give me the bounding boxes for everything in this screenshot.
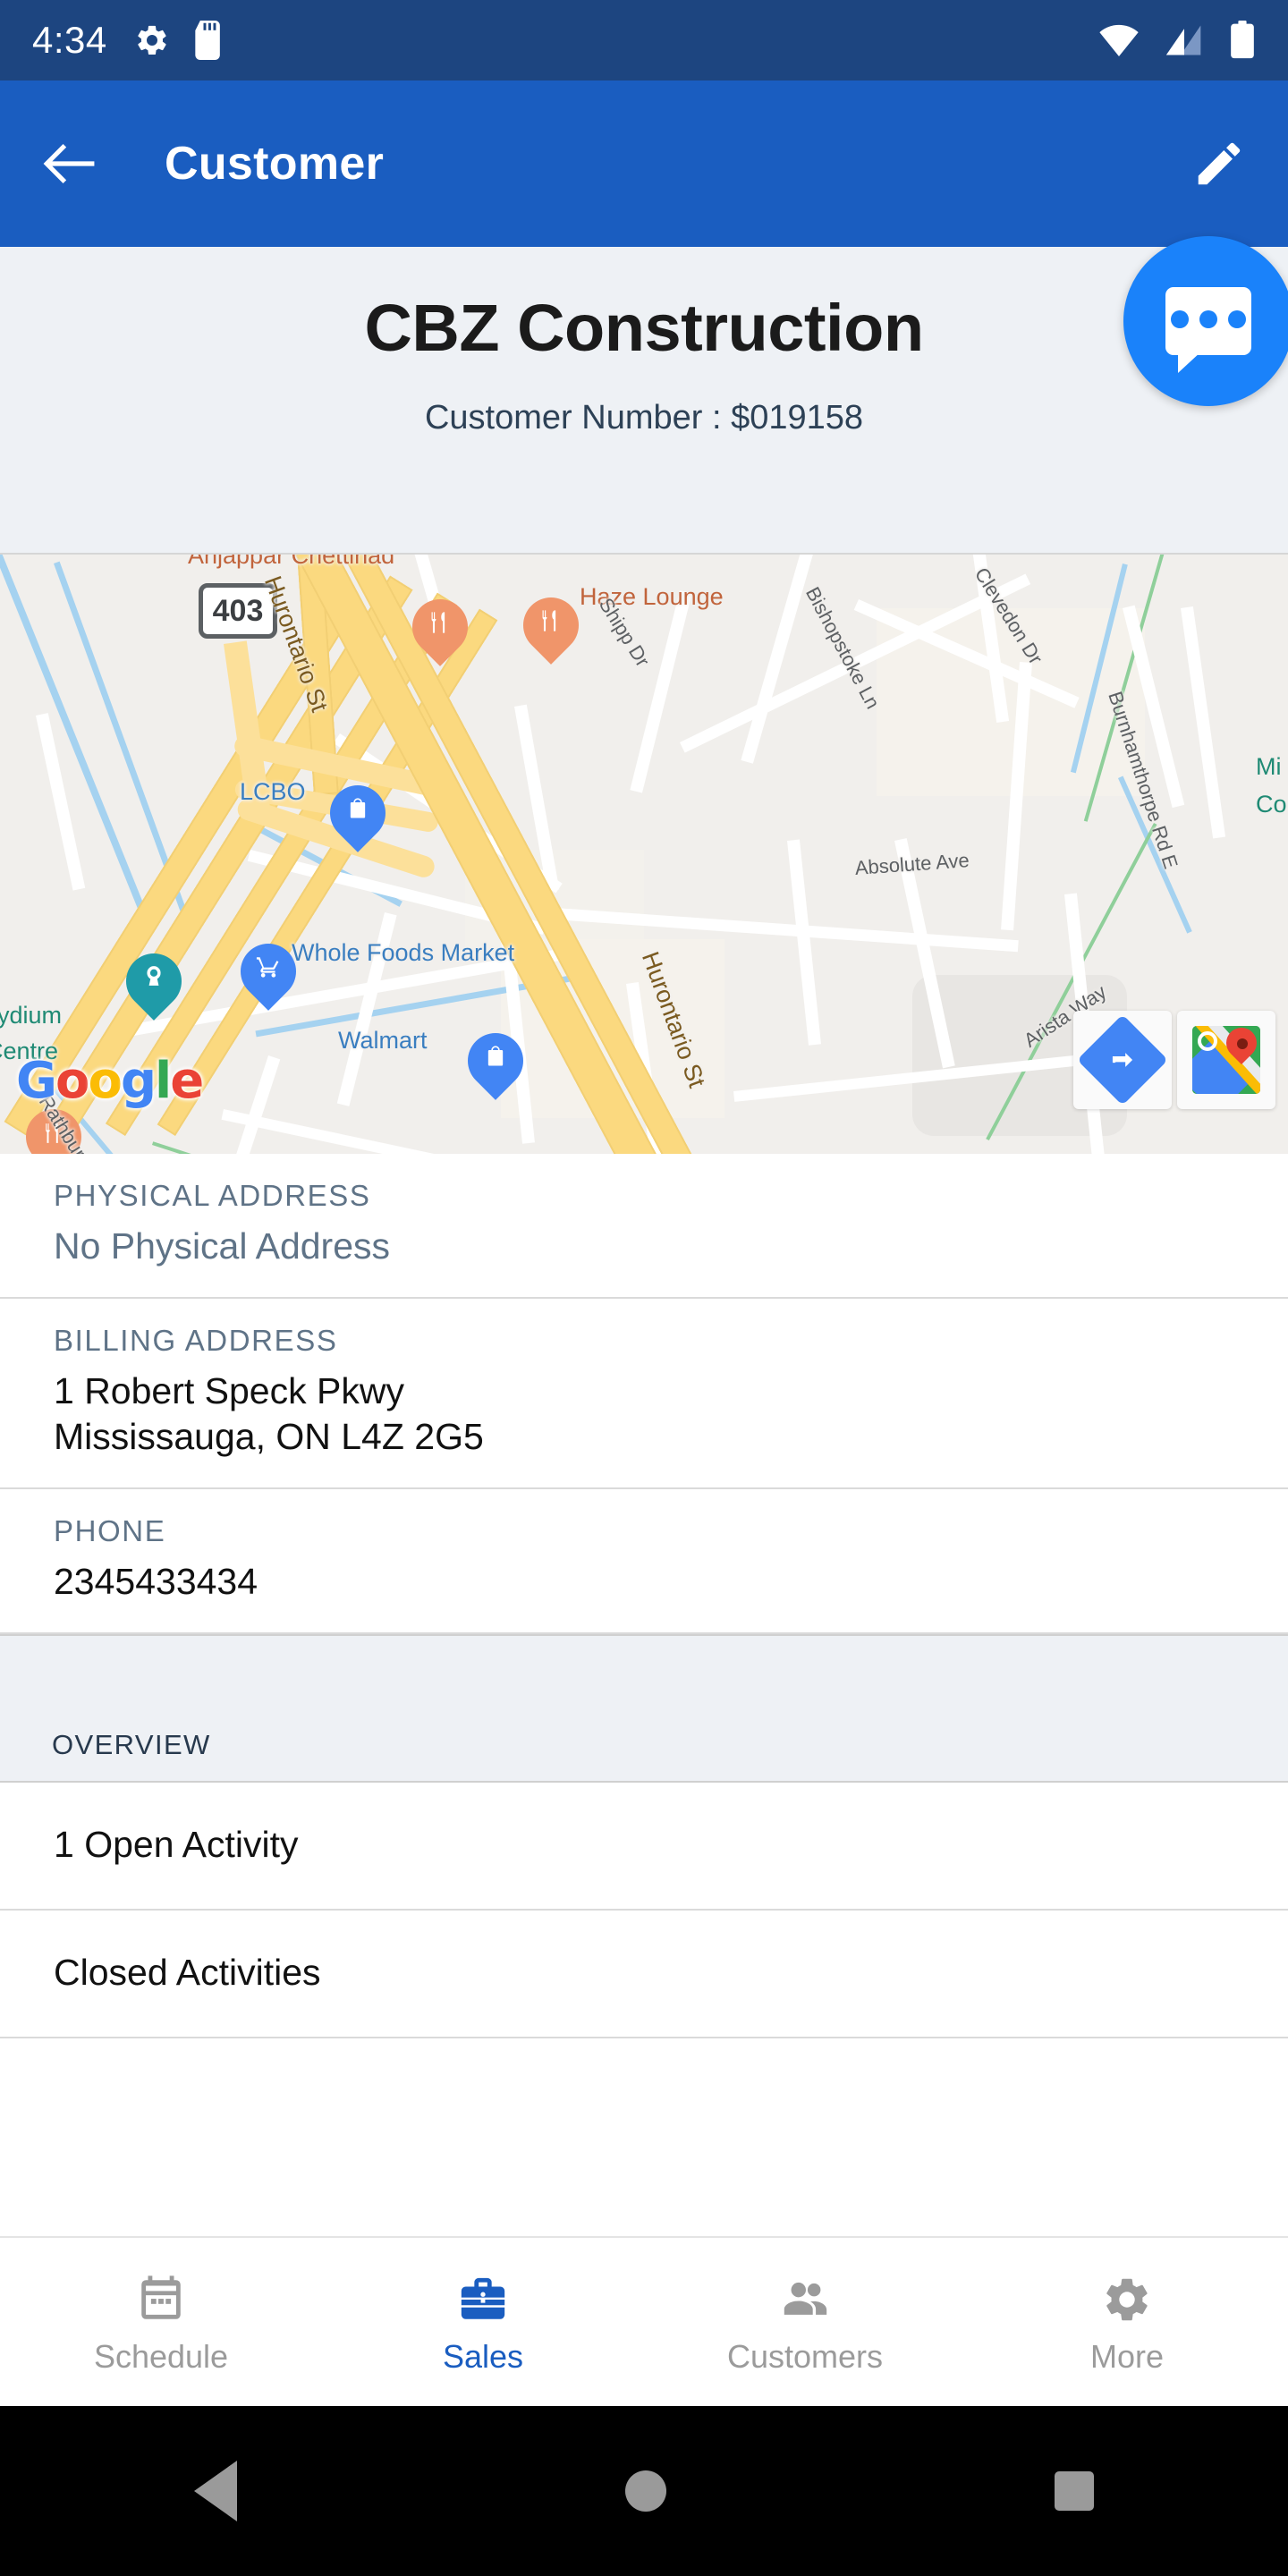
edit-pencil-icon[interactable] [1191, 136, 1247, 191]
nav-label: Sales [442, 2338, 524, 2375]
customer-header: CBZ Construction Customer Number : $0191… [0, 236, 1288, 553]
overview-section-header: OVERVIEW [0, 1633, 1288, 1783]
map-label-walmart: Walmart [338, 1027, 428, 1054]
wifi-icon [1099, 24, 1139, 57]
restaurant-icon [431, 612, 445, 633]
back-arrow-icon[interactable] [41, 140, 97, 187]
bottom-navigation: Schedule Sales Customers More [0, 2236, 1288, 2406]
android-home-button[interactable] [625, 2470, 666, 2512]
people-icon [777, 2268, 833, 2326]
map-label-co: Co [1256, 791, 1287, 818]
app-bar: Customer [0, 80, 1288, 247]
detail-value-line1: 1 Robert Speck Pkwy [54, 1369, 404, 1411]
list-item-label: 1 Open Activity [54, 1823, 299, 1865]
shopping-bag-icon [350, 798, 366, 818]
nav-item-schedule[interactable]: Schedule [0, 2238, 322, 2406]
customer-name: CBZ Construction [364, 291, 924, 365]
google-logo: Google [16, 1052, 204, 1110]
map-label-whole-foods: Whole Foods Market [292, 939, 515, 966]
briefcase-icon [457, 2268, 509, 2326]
android-navigation-bar [0, 2406, 1288, 2576]
overview-item-closed-activities[interactable]: Closed Activities [0, 1910, 1288, 2038]
detail-label: BILLING ADDRESS [54, 1323, 338, 1357]
nav-label: Customers [726, 2338, 884, 2375]
section-title: OVERVIEW [52, 1728, 211, 1760]
customer-number: Customer Number : $019158 [424, 399, 864, 436]
directions-icon [1077, 1014, 1168, 1106]
map-label-mi: Mi [1256, 753, 1282, 780]
android-recents-button[interactable] [1055, 2471, 1094, 2511]
detail-row-physical-address[interactable]: PHYSICAL ADDRESS No Physical Address [0, 1154, 1288, 1299]
directions-button[interactable] [1073, 1011, 1172, 1109]
screen: 4:34 Customer CBZ Construction Customer … [0, 0, 1288, 2576]
nav-label: More [1089, 2338, 1165, 2375]
android-back-button[interactable] [194, 2461, 237, 2521]
cellular-signal-icon [1165, 25, 1201, 55]
sd-card-icon [195, 21, 220, 60]
status-bar: 4:34 [0, 0, 1288, 80]
detail-value: 2345433434 [54, 1560, 258, 1602]
battery-icon [1231, 21, 1254, 59]
attraction-icon [147, 966, 161, 986]
nav-label: Schedule [93, 2338, 229, 2375]
shopping-cart-icon [256, 957, 279, 978]
map-label-anjappar: Anjappar Chettinad [188, 553, 395, 569]
status-bar-clock: 4:34 [32, 19, 107, 61]
google-maps-icon [1192, 1026, 1260, 1094]
chat-fab-button[interactable] [1123, 236, 1288, 406]
detail-value: No Physical Address [54, 1225, 391, 1267]
detail-value-line2: Mississauga, ON L4Z 2G5 [54, 1416, 484, 1458]
map-label-playdium: Playdium [0, 1002, 63, 1029]
status-bar-system-icons [1098, 21, 1256, 60]
gear-icon [1101, 2268, 1153, 2326]
nav-item-sales[interactable]: Sales [322, 2238, 644, 2406]
nav-item-customers[interactable]: Customers [644, 2238, 966, 2406]
calendar-icon [135, 2268, 187, 2326]
detail-row-phone[interactable]: PHONE 2345433434 [0, 1488, 1288, 1634]
detail-row-billing-address[interactable]: BILLING ADDRESS 1 Robert Speck Pkwy Miss… [0, 1298, 1288, 1489]
location-map[interactable]: 403 Anjappar Chettinad Haze Lounge Huron… [0, 553, 1288, 1154]
open-google-maps-button[interactable] [1177, 1011, 1275, 1109]
restaurant-icon [542, 610, 556, 631]
detail-label: PHYSICAL ADDRESS [54, 1179, 371, 1212]
page-title: Customer [165, 138, 385, 190]
nav-item-more[interactable]: More [966, 2238, 1288, 2406]
chat-bubble-icon [1165, 287, 1251, 373]
gear-icon [138, 25, 166, 55]
list-item-label: Closed Activities [54, 1951, 321, 1993]
detail-label: PHONE [54, 1513, 166, 1547]
overview-item-open-activity[interactable]: 1 Open Activity [0, 1782, 1288, 1911]
map-label-lcbo: LCBO [240, 778, 306, 805]
customer-details: PHYSICAL ADDRESS No Physical Address BIL… [0, 1154, 1288, 2038]
shopping-bag-icon [487, 1046, 504, 1066]
map-controls [1073, 1011, 1275, 1109]
status-bar-notification-icons [134, 21, 224, 60]
